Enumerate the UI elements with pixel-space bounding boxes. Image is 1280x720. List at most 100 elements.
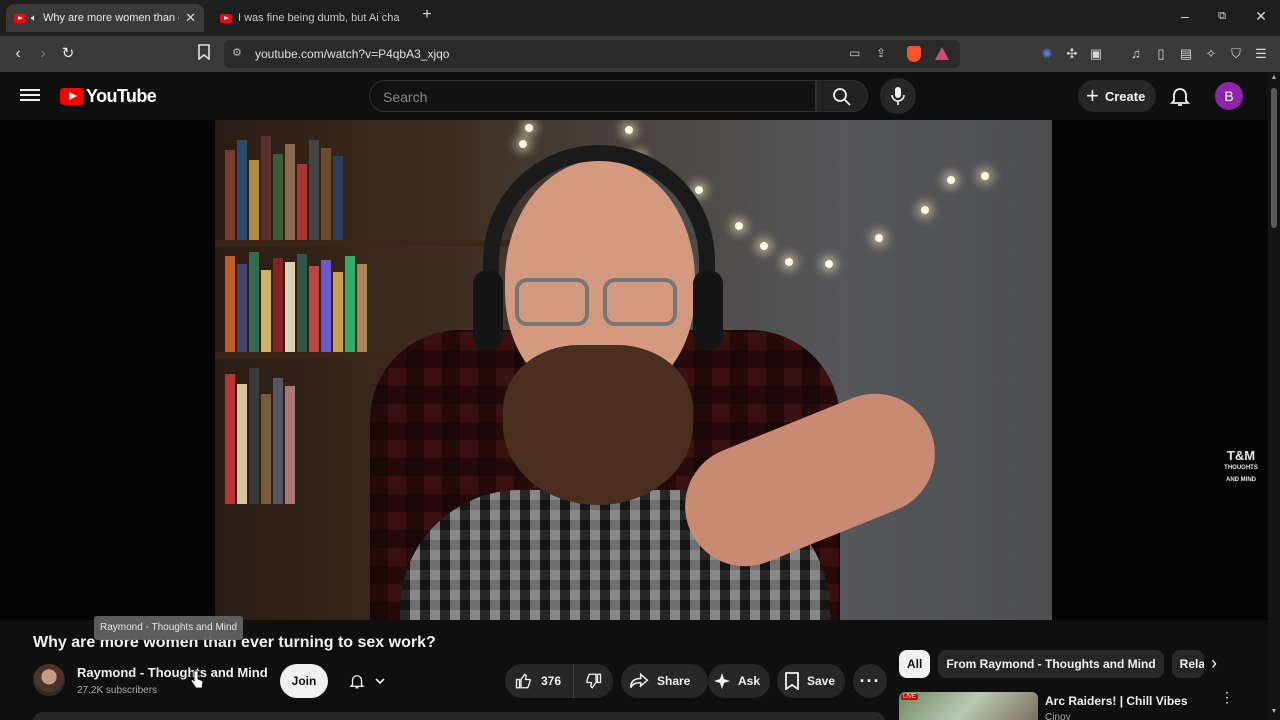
guide-menu-icon[interactable]	[20, 86, 40, 106]
leo-ai-icon[interactable]: ✧	[1202, 45, 1220, 63]
chevron-right-icon[interactable]: ›	[1198, 650, 1230, 678]
thumbs-down-icon	[586, 673, 602, 689]
bell-icon	[1169, 88, 1191, 106]
recommendation-channel[interactable]: Cinoy	[1045, 712, 1071, 720]
thumbs-up-icon	[515, 673, 531, 689]
site-info-icon[interactable]: ⚙︎	[232, 46, 242, 59]
share-arrow-icon	[629, 672, 649, 689]
bookmark-icon[interactable]	[194, 44, 214, 64]
close-tab-icon[interactable]: ✕	[185, 10, 196, 26]
youtube-logo[interactable]: YouTube	[60, 86, 157, 107]
youtube-header: YouTube Search + Create B	[0, 72, 1268, 120]
bookmark-save-icon	[785, 672, 799, 690]
wallet-icon[interactable]: ▤	[1177, 45, 1195, 63]
share-button[interactable]: Share	[621, 664, 708, 698]
search-placeholder: Search	[383, 89, 428, 105]
share-label: Share	[657, 674, 691, 688]
ask-button[interactable]: Ask	[708, 664, 770, 698]
search-input[interactable]: Search	[369, 80, 816, 112]
like-count: 376	[541, 674, 562, 688]
back-icon[interactable]: ‹	[8, 44, 28, 64]
join-button[interactable]: Join	[280, 664, 328, 698]
page-scrollbar[interactable]: ▲ ▼	[1268, 72, 1280, 720]
browser-tab-bar: 🔈︎ Why are more women than ever ✕ I was …	[0, 0, 1280, 36]
video-player[interactable]	[0, 120, 1268, 620]
search-icon	[833, 88, 851, 106]
share-page-icon[interactable]: ⇪	[876, 46, 886, 60]
maximize-icon[interactable]: ⧉	[1212, 10, 1232, 23]
microphone-icon	[891, 87, 905, 105]
bookshelf-row	[225, 132, 525, 240]
bell-icon	[349, 675, 365, 689]
search-button[interactable]	[816, 80, 868, 112]
scroll-up-icon[interactable]: ▲	[1270, 74, 1278, 81]
like-button[interactable]: 376	[505, 664, 575, 698]
minimize-icon[interactable]: –	[1175, 8, 1195, 24]
save-label: Save	[807, 674, 836, 688]
close-window-icon[interactable]: ✕	[1251, 8, 1271, 25]
tab-title: I was fine being dumb, but Ai changed	[238, 12, 400, 24]
notifications-button[interactable]	[1168, 84, 1192, 108]
brave-rewards-icon[interactable]	[935, 47, 949, 60]
beard	[503, 345, 693, 505]
watermark-sub: THOUGHTS AND MIND	[1224, 465, 1258, 483]
more-horizontal-icon: ···	[859, 670, 881, 691]
tab-title: Why are more women than ever	[43, 12, 179, 24]
sparkle-icon	[714, 673, 730, 689]
voice-search-button[interactable]	[880, 78, 916, 114]
browser-tab-active[interactable]: 🔈︎ Why are more women than ever ✕	[6, 4, 204, 32]
vertical-dots-icon[interactable]: ⋮	[1220, 690, 1234, 714]
related-chips: All From Raymond - Thoughts and Mind Rel…	[899, 650, 1204, 678]
headphone-earcup	[693, 270, 723, 350]
youtube-favicon-icon	[14, 13, 26, 23]
browser-tab[interactable]: I was fine being dumb, but Ai changed	[212, 4, 408, 32]
brave-shields-icon[interactable]	[907, 46, 921, 62]
scroll-down-icon[interactable]: ▼	[1270, 708, 1278, 715]
headphone-earcup	[473, 270, 503, 350]
subscriber-count: 27.2K subscribers	[77, 685, 158, 696]
description-box[interactable]	[33, 712, 885, 720]
vpn-shield-icon[interactable]: ⛉	[1227, 45, 1245, 63]
create-button[interactable]: + Create	[1078, 80, 1156, 112]
browser-toolbar: ‹ › ↻ ⚙︎ youtube.com/watch?v=P4qbA3_xjqo…	[0, 36, 1280, 72]
channel-name-link[interactable]: Raymond - Thoughts and Mind	[77, 665, 268, 680]
chevron-down-icon	[375, 678, 385, 685]
save-button[interactable]: Save	[777, 664, 845, 698]
hand-cursor-icon	[190, 670, 204, 689]
screenshot-icon[interactable]: ▣	[1087, 45, 1105, 63]
scroll-thumb[interactable]	[1271, 88, 1277, 228]
extension-globe-icon[interactable]: ✺	[1038, 45, 1056, 63]
more-actions-button[interactable]: ···	[853, 664, 887, 698]
youtube-favicon-icon	[220, 13, 232, 23]
dislike-button[interactable]	[574, 672, 602, 690]
cast-icon[interactable]: ▭	[849, 46, 860, 60]
address-bar[interactable]: ⚙︎ youtube.com/watch?v=P4qbA3_xjqo ▭ ⇪	[224, 40, 960, 68]
media-music-icon[interactable]: ♫	[1127, 45, 1145, 63]
watermark-main: T&M	[1226, 448, 1256, 463]
live-badge: LIVE	[901, 694, 919, 700]
reload-icon[interactable]: ↻	[58, 44, 78, 64]
channel-tooltip: Raymond - Thoughts and Mind	[94, 616, 244, 640]
browser-menu-icon[interactable]: ☰	[1252, 45, 1270, 63]
ask-label: Ask	[738, 674, 761, 688]
like-dislike-group: 376	[505, 664, 613, 698]
plus-icon: +	[1086, 83, 1099, 108]
recommendation-thumbnail[interactable]: LIVE	[899, 692, 1038, 720]
new-tab-button[interactable]: +	[417, 6, 437, 24]
youtube-play-icon	[60, 88, 84, 105]
logo-text: YouTube	[86, 86, 157, 106]
recommendation-title[interactable]: Arc Raiders! | Chill Vibes	[1045, 694, 1188, 708]
account-avatar[interactable]: B	[1215, 82, 1243, 110]
chip-from-channel[interactable]: From Raymond - Thoughts and Mind	[938, 650, 1164, 678]
chip-all[interactable]: All	[899, 650, 931, 678]
url-text: youtube.com/watch?v=P4qbA3_xjqo	[255, 47, 450, 61]
extensions-puzzle-icon[interactable]: ✣	[1063, 45, 1081, 63]
channel-avatar[interactable]	[33, 664, 65, 696]
speaker-icon: 🔈︎	[31, 12, 37, 24]
forward-icon[interactable]: ›	[33, 44, 53, 64]
subscribe-notifications-button[interactable]	[336, 664, 398, 698]
video-frame[interactable]	[215, 120, 1052, 620]
channel-watermark[interactable]: T&M THOUGHTS AND MIND	[1224, 448, 1258, 486]
create-label: Create	[1104, 88, 1146, 104]
sidebar-toggle-icon[interactable]: ▯	[1152, 45, 1170, 63]
